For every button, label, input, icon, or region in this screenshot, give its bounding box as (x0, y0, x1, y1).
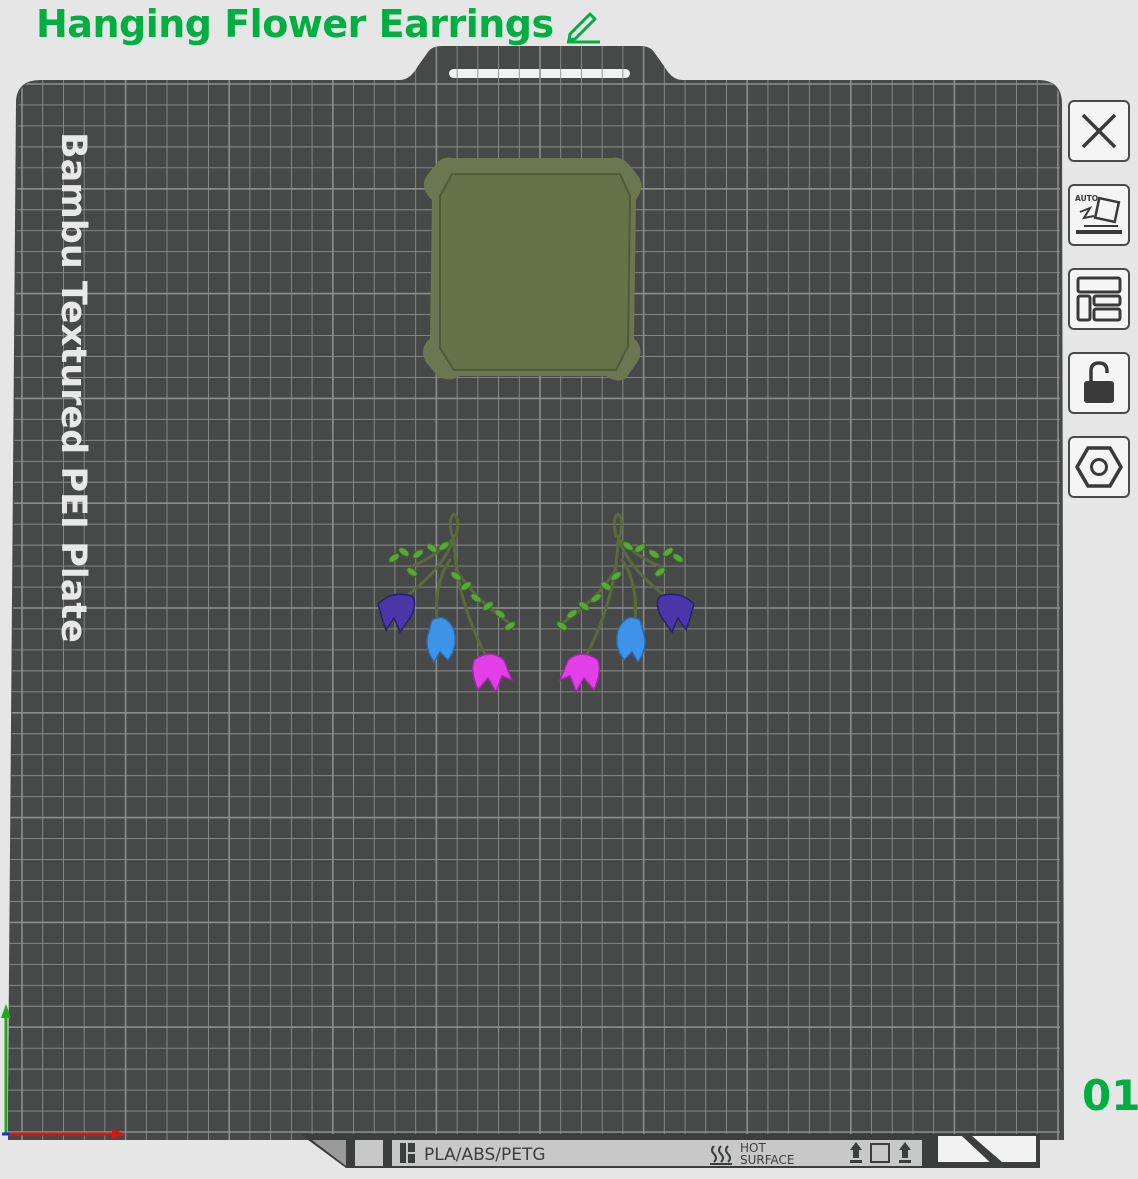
hot-label-line2: SURFACE (740, 1153, 795, 1167)
plate-type-label: Bambu Textured PEI Plate (53, 132, 93, 643)
build-plate-viewport[interactable]: Bambu Textured PEI Plate PLA/ABS/PETG HO… (0, 0, 1138, 1179)
auto-orient-badge: AUTO (1075, 194, 1098, 203)
hex-nut-settings-icon (1074, 446, 1124, 488)
arrange-layout-icon (1076, 276, 1122, 322)
prime-tower[interactable] (422, 157, 642, 381)
close-x-icon (1081, 113, 1117, 149)
plate-number: 01 (1082, 1071, 1138, 1120)
plate-bottom-strip: PLA/ABS/PETG HOT SURFACE (300, 1134, 1040, 1168)
plate-settings-button[interactable] (1068, 436, 1130, 498)
close-plate-button[interactable] (1068, 100, 1130, 162)
auto-orient-icon: AUTO (1075, 194, 1122, 234)
arrange-button[interactable] (1068, 268, 1130, 330)
filament-compat-label: PLA/ABS/PETG (424, 1145, 546, 1165)
auto-orient-button[interactable]: AUTO (1068, 184, 1130, 246)
lock-plate-button[interactable] (1068, 352, 1130, 414)
unlocked-padlock-icon (1084, 361, 1114, 403)
